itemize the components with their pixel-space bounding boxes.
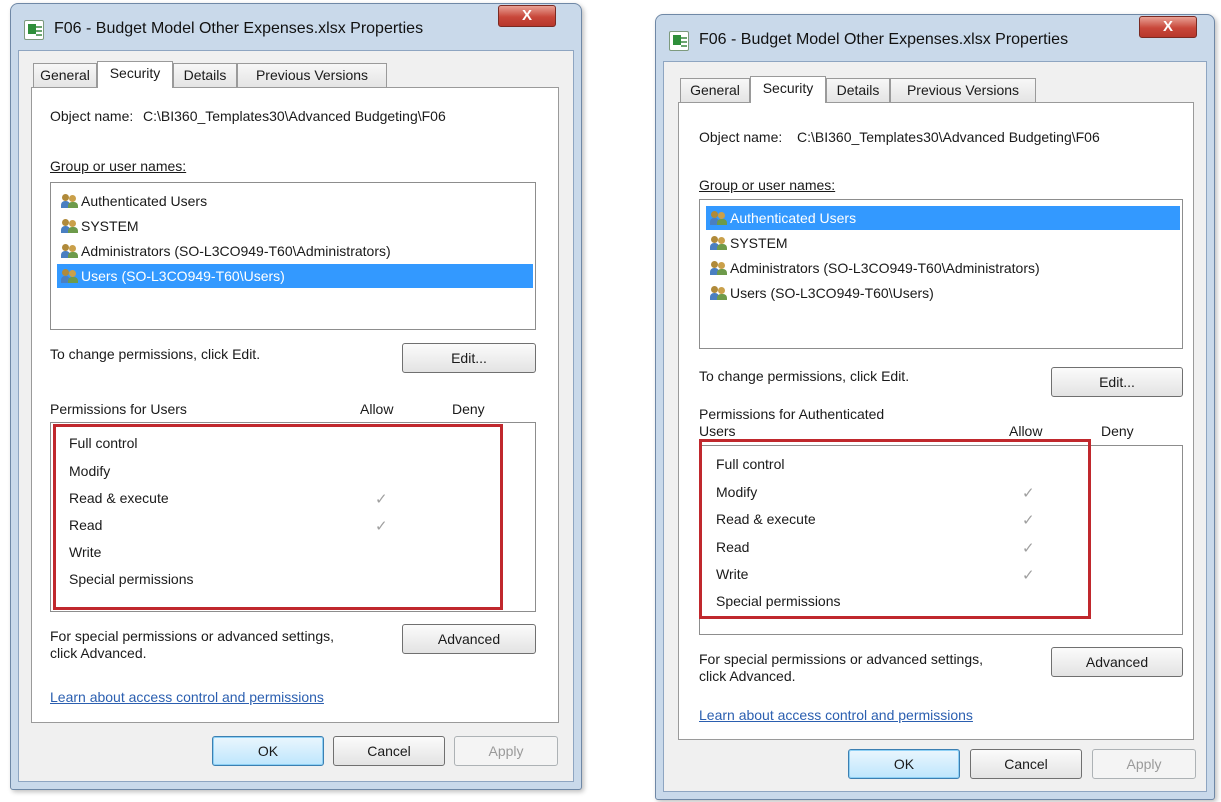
permissions-for-label: Permissions for Authenticated [699, 406, 885, 422]
group-or-user-names-label: Group or user names: [699, 177, 835, 193]
edit-button[interactable]: Edit... [1051, 367, 1183, 397]
user-name: Administrators (SO-L3CO949-T60\Administr… [81, 243, 391, 259]
user-name: Authenticated Users [81, 193, 208, 209]
cancel-button[interactable]: Cancel [970, 749, 1082, 779]
change-permissions-text: To change permissions, click Edit. [699, 368, 910, 384]
list-item-users[interactable]: Users (SO-L3CO949-T60\Users) [706, 281, 1180, 305]
users-icon [61, 244, 79, 258]
user-name: Administrators (SO-L3CO949-T60\Administr… [730, 260, 1040, 276]
list-item-system[interactable]: SYSTEM [57, 214, 533, 238]
permissions-for-label-line2: Users [699, 423, 736, 439]
excel-file-icon [669, 31, 689, 51]
users-icon [61, 269, 79, 283]
object-name-value: C:\BI360_Templates30\Advanced Budgeting\… [143, 108, 446, 124]
excel-file-icon [24, 20, 44, 40]
user-name: Authenticated Users [730, 210, 857, 226]
tab-strip: General Security Details Previous Versio… [33, 61, 413, 88]
cancel-button[interactable]: Cancel [333, 736, 445, 766]
list-item-authenticated-users[interactable]: Authenticated Users [706, 206, 1180, 230]
group-label-text: Group or user names: [699, 177, 836, 193]
object-name-label: Object name: [50, 108, 134, 124]
user-list[interactable]: Authenticated Users SYSTEM Administrator… [699, 199, 1183, 349]
user-name: Users (SO-L3CO949-T60\Users) [730, 285, 934, 301]
tab-security[interactable]: Security [97, 61, 173, 88]
advanced-button[interactable]: Advanced [1051, 647, 1183, 677]
special-permissions-text-line2: click Advanced. [699, 668, 796, 684]
list-item-authenticated-users[interactable]: Authenticated Users [57, 189, 533, 213]
special-permissions-text-line1: For special permissions or advanced sett… [699, 651, 984, 667]
window-title: F06 - Budget Model Other Expenses.xlsx P… [54, 20, 424, 37]
apply-button[interactable]: Apply [454, 736, 558, 766]
group-label-text: Group or user names: [50, 158, 187, 174]
permissions-highlight-box [53, 424, 503, 610]
list-item-system[interactable]: SYSTEM [706, 231, 1180, 255]
deny-column-header: Deny [1101, 423, 1134, 439]
list-item-administrators[interactable]: Administrators (SO-L3CO949-T60\Administr… [57, 239, 533, 263]
apply-button[interactable]: Apply [1092, 749, 1196, 779]
list-item-users[interactable]: Users (SO-L3CO949-T60\Users) [57, 264, 533, 288]
tab-details[interactable]: Details [826, 78, 890, 102]
close-button[interactable]: X [1139, 16, 1197, 38]
users-icon [710, 211, 728, 225]
users-icon [710, 236, 728, 250]
permissions-for-label: Permissions for Users [50, 401, 187, 417]
list-item-administrators[interactable]: Administrators (SO-L3CO949-T60\Administr… [706, 256, 1180, 280]
change-permissions-text: To change permissions, click Edit. [50, 346, 261, 362]
allow-column-header: Allow [1009, 423, 1043, 439]
users-icon [61, 219, 79, 233]
security-tab-panel: Object name: C:\BI360_Templates30\Advanc… [31, 87, 559, 723]
allow-column-header: Allow [360, 401, 394, 417]
user-name: SYSTEM [81, 218, 139, 234]
special-permissions-text-line1: For special permissions or advanced sett… [50, 628, 335, 644]
group-or-user-names-label: Group or user names: [50, 158, 186, 174]
tab-details[interactable]: Details [173, 63, 237, 87]
ok-button[interactable]: OK [212, 736, 324, 766]
tab-security[interactable]: Security [750, 76, 826, 103]
users-icon [710, 261, 728, 275]
learn-access-control-link[interactable]: Learn about access control and permissio… [50, 689, 324, 705]
edit-button[interactable]: Edit... [402, 343, 536, 373]
tab-general[interactable]: General [680, 78, 750, 102]
object-name-label: Object name: [699, 129, 783, 145]
user-name: Users (SO-L3CO949-T60\Users) [81, 268, 285, 284]
window-title: F06 - Budget Model Other Expenses.xlsx P… [699, 31, 1069, 48]
permissions-highlight-box [699, 439, 1091, 619]
user-list[interactable]: Authenticated Users SYSTEM Administrator… [50, 182, 536, 330]
learn-access-control-link[interactable]: Learn about access control and permissio… [699, 707, 973, 723]
tab-previous-versions[interactable]: Previous Versions [237, 63, 387, 87]
special-permissions-text-line2: click Advanced. [50, 645, 147, 661]
tab-general[interactable]: General [33, 63, 97, 87]
dialog-client-area: General Security Details Previous Versio… [18, 50, 574, 782]
properties-dialog-users: F06 - Budget Model Other Expenses.xlsx P… [10, 3, 582, 790]
advanced-button[interactable]: Advanced [402, 624, 536, 654]
ok-button[interactable]: OK [848, 749, 960, 779]
deny-column-header: Deny [452, 401, 485, 417]
tab-previous-versions[interactable]: Previous Versions [890, 78, 1036, 102]
object-name-value: C:\BI360_Templates30\Advanced Budgeting\… [797, 129, 1100, 145]
user-name: SYSTEM [730, 235, 788, 251]
users-icon [61, 194, 79, 208]
tab-strip: General Security Details Previous Versio… [680, 76, 1060, 103]
properties-dialog-authenticated-users: F06 - Budget Model Other Expenses.xlsx P… [655, 14, 1215, 800]
dialog-client-area: General Security Details Previous Versio… [663, 61, 1207, 792]
security-tab-panel: Object name: C:\BI360_Templates30\Advanc… [678, 102, 1194, 740]
close-button[interactable]: X [498, 5, 556, 27]
users-icon [710, 286, 728, 300]
